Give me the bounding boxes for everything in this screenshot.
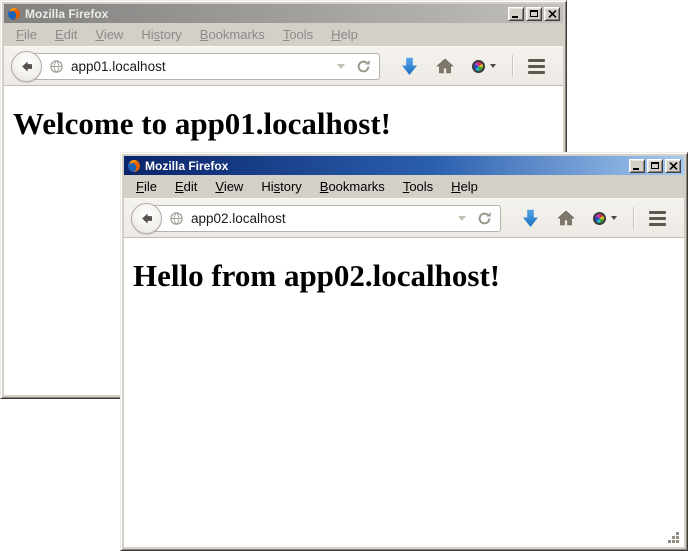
url-bar xyxy=(26,53,380,80)
menu-bookmarks[interactable]: Bookmarks xyxy=(191,24,274,45)
maximize-icon xyxy=(530,10,538,17)
firefox-logo-icon xyxy=(7,7,21,21)
toolbar-separator xyxy=(512,55,513,77)
resize-grip[interactable] xyxy=(668,531,682,545)
close-icon xyxy=(548,10,557,18)
firefox-logo-icon xyxy=(127,159,141,173)
maximize-button[interactable] xyxy=(526,7,542,21)
site-identity-globe-icon xyxy=(49,59,64,74)
window-controls xyxy=(508,7,560,21)
window-app02: Mozilla Firefox File Edit View History B… xyxy=(120,152,688,551)
color-wheel-extension-button[interactable] xyxy=(463,51,505,81)
home-button[interactable] xyxy=(548,203,584,233)
back-arrow-icon xyxy=(139,211,154,226)
menu-bookmarks[interactable]: Bookmarks xyxy=(311,176,394,197)
menu-edit[interactable]: Edit xyxy=(166,176,206,197)
minimize-icon xyxy=(633,168,639,170)
reload-icon xyxy=(356,59,371,74)
menu-help[interactable]: Help xyxy=(322,24,367,45)
url-input[interactable] xyxy=(191,211,454,226)
download-button[interactable] xyxy=(513,203,548,233)
menubar: File Edit View History Bookmarks Tools H… xyxy=(4,23,563,46)
navigation-toolbar xyxy=(4,46,563,86)
reload-button[interactable] xyxy=(474,211,495,226)
menu-file[interactable]: File xyxy=(7,24,46,45)
reload-button[interactable] xyxy=(353,59,374,74)
minimize-button[interactable] xyxy=(508,7,524,21)
page-heading: Welcome to app01.localhost! xyxy=(13,106,554,142)
page-heading: Hello from app02.localhost! xyxy=(133,258,675,294)
home-icon xyxy=(436,58,454,74)
titlebar[interactable]: Mozilla Firefox xyxy=(4,4,563,23)
menu-hamburger-button[interactable] xyxy=(641,211,674,226)
menu-help[interactable]: Help xyxy=(442,176,487,197)
chevron-down-icon xyxy=(490,64,496,68)
url-history-dropdown-icon[interactable] xyxy=(337,64,345,69)
titlebar[interactable]: Mozilla Firefox xyxy=(124,156,684,175)
download-icon xyxy=(522,209,539,228)
window-title: Mozilla Firefox xyxy=(25,7,504,21)
reload-icon xyxy=(477,211,492,226)
home-icon xyxy=(557,210,575,226)
minimize-button[interactable] xyxy=(629,159,645,173)
url-input[interactable] xyxy=(71,59,333,74)
menu-edit[interactable]: Edit xyxy=(46,24,86,45)
close-button[interactable] xyxy=(665,159,681,173)
home-button[interactable] xyxy=(427,51,463,81)
chevron-down-icon xyxy=(611,216,617,220)
download-button[interactable] xyxy=(392,51,427,81)
site-identity-globe-icon xyxy=(169,211,184,226)
menu-hamburger-button[interactable] xyxy=(520,59,553,74)
url-bar xyxy=(146,205,501,232)
menu-tools[interactable]: Tools xyxy=(394,176,442,197)
window-title: Mozilla Firefox xyxy=(145,159,625,173)
color-wheel-extension-button[interactable] xyxy=(584,203,626,233)
maximize-icon xyxy=(651,162,659,169)
minimize-icon xyxy=(512,16,518,18)
toolbar-separator xyxy=(633,207,634,229)
page-content: Hello from app02.localhost! xyxy=(124,238,684,547)
menu-view[interactable]: View xyxy=(86,24,132,45)
menu-view[interactable]: View xyxy=(206,176,252,197)
back-arrow-icon xyxy=(19,59,34,74)
navigation-toolbar xyxy=(124,198,684,238)
menubar: File Edit View History Bookmarks Tools H… xyxy=(124,175,684,198)
download-icon xyxy=(401,57,418,76)
menu-history[interactable]: History xyxy=(252,176,310,197)
back-button[interactable] xyxy=(11,51,42,82)
color-wheel-icon xyxy=(472,60,485,73)
menu-file[interactable]: File xyxy=(127,176,166,197)
menu-history[interactable]: History xyxy=(132,24,190,45)
color-wheel-icon xyxy=(593,212,606,225)
menu-tools[interactable]: Tools xyxy=(274,24,322,45)
close-icon xyxy=(669,162,678,170)
back-button[interactable] xyxy=(131,203,162,234)
window-controls xyxy=(629,159,681,173)
close-button[interactable] xyxy=(544,7,560,21)
maximize-button[interactable] xyxy=(647,159,663,173)
url-history-dropdown-icon[interactable] xyxy=(458,216,466,221)
